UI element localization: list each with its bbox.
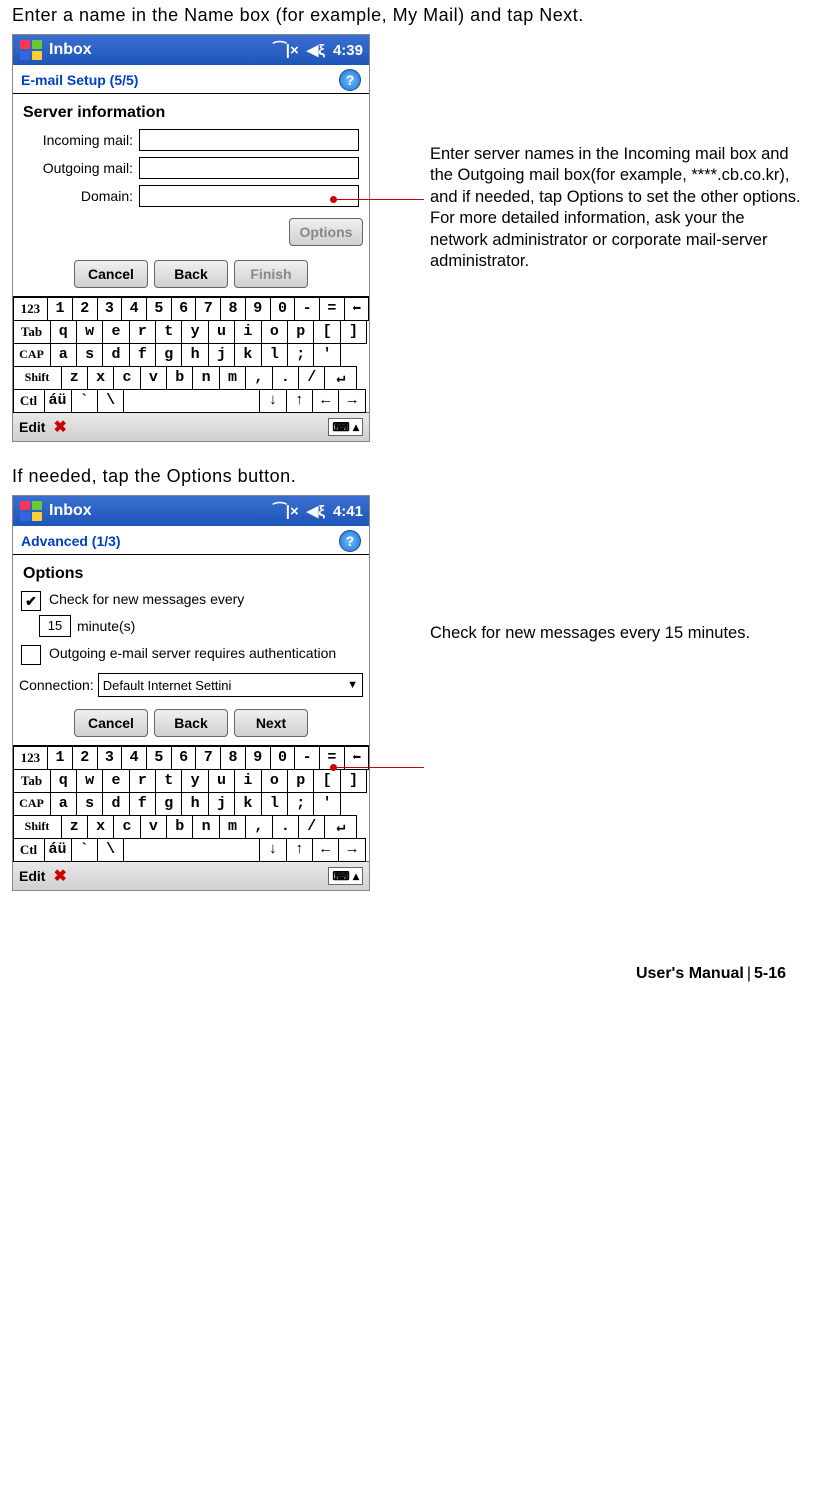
titlebar-title: Inbox bbox=[49, 41, 274, 59]
check-interval-unit: minute(s) bbox=[77, 618, 135, 634]
label-outgoing: Outgoing mail: bbox=[23, 160, 133, 176]
help-icon[interactable]: ? bbox=[339, 69, 361, 91]
outgoing-auth-label: Outgoing e-mail server requires authenti… bbox=[49, 645, 336, 661]
kb-backspace-icon[interactable]: ⬅ bbox=[344, 746, 370, 770]
edit-menu[interactable]: Edit bbox=[19, 868, 45, 884]
label-domain: Domain: bbox=[23, 188, 133, 204]
kb-enter-icon[interactable]: ↵ bbox=[324, 815, 357, 839]
kb-left-icon[interactable]: ← bbox=[312, 389, 339, 413]
cancel-button[interactable]: Cancel bbox=[74, 260, 148, 288]
instruction-1: Enter a name in the Name box (for exampl… bbox=[12, 5, 806, 26]
check-new-messages-checkbox[interactable]: ✔ bbox=[21, 591, 41, 611]
kb-123[interactable]: 123 bbox=[13, 297, 49, 321]
on-screen-keyboard[interactable]: 123 1234567890-= ⬅ Tab qwertyuiop[] CAP … bbox=[13, 745, 369, 861]
edit-menu[interactable]: Edit bbox=[19, 419, 45, 435]
bottom-toolbar: Edit ✖ ⌨ ▴ bbox=[13, 412, 369, 441]
on-screen-keyboard[interactable]: 123 1234567890-= ⬅ Tab qwertyuiop[] CAP … bbox=[13, 296, 369, 412]
check-interval-input[interactable]: 15 bbox=[39, 615, 71, 637]
volume-icon[interactable]: ◀ξ bbox=[307, 41, 325, 59]
screen-subheader: E-mail Setup (5/5) ? bbox=[13, 65, 369, 94]
kb-backspace-icon[interactable]: ⬅ bbox=[344, 297, 370, 321]
kb-down-icon[interactable]: ↓ bbox=[259, 389, 286, 413]
delete-icon[interactable]: ✖ bbox=[53, 866, 66, 886]
kb-space[interactable] bbox=[123, 389, 260, 413]
page-footer: User's Manual|5-16 bbox=[12, 915, 806, 993]
volume-icon[interactable]: ◀ξ bbox=[307, 502, 325, 520]
kb-cap[interactable]: CAP bbox=[13, 343, 51, 367]
kb-right-icon[interactable]: → bbox=[338, 389, 365, 413]
kb-1[interactable]: 1 bbox=[47, 297, 73, 321]
label-incoming: Incoming mail: bbox=[23, 132, 133, 148]
next-button[interactable]: Next bbox=[234, 709, 308, 737]
kb-left-icon[interactable]: ← bbox=[312, 838, 339, 862]
start-icon[interactable] bbox=[19, 39, 43, 61]
options-button[interactable]: Options bbox=[289, 218, 363, 246]
kb-right-icon[interactable]: → bbox=[338, 838, 365, 862]
kb-shift[interactable]: Shift bbox=[13, 366, 62, 390]
chevron-down-icon: ▼ bbox=[347, 679, 358, 691]
clock[interactable]: 4:41 bbox=[333, 503, 363, 520]
connectivity-icon[interactable]: ⁀|× bbox=[274, 41, 299, 59]
connection-select[interactable]: Default Internet Settini ▼ bbox=[98, 673, 363, 697]
sip-toggle-icon[interactable]: ⌨ ▴ bbox=[328, 867, 363, 885]
screenshot-email-setup: Inbox ⁀|× ◀ξ 4:39 E-mail Setup (5/5) ? S… bbox=[12, 34, 370, 442]
titlebar-title: Inbox bbox=[49, 502, 274, 520]
kb-up-icon[interactable]: ↑ bbox=[286, 389, 313, 413]
back-button[interactable]: Back bbox=[154, 260, 228, 288]
finish-button[interactable]: Finish bbox=[234, 260, 308, 288]
help-icon[interactable]: ? bbox=[339, 530, 361, 552]
callout-check-interval: Check for new messages every 15 minutes. bbox=[430, 623, 750, 644]
start-icon[interactable] bbox=[19, 500, 43, 522]
section-title: Options bbox=[13, 559, 369, 587]
cancel-button[interactable]: Cancel bbox=[74, 709, 148, 737]
clock[interactable]: 4:39 bbox=[333, 42, 363, 59]
check-new-messages-label: Check for new messages every bbox=[49, 591, 244, 607]
incoming-mail-input[interactable] bbox=[139, 129, 359, 151]
instruction-2: If needed, tap the Options button. bbox=[12, 466, 806, 487]
back-button[interactable]: Back bbox=[154, 709, 228, 737]
kb-up-icon[interactable]: ↑ bbox=[286, 838, 313, 862]
screen-subheader: Advanced (1/3) ? bbox=[13, 526, 369, 555]
section-title: Server information bbox=[13, 98, 369, 126]
bottom-toolbar: Edit ✖ ⌨ ▴ bbox=[13, 861, 369, 890]
connection-label: Connection: bbox=[19, 677, 94, 693]
kb-tab[interactable]: Tab bbox=[13, 320, 51, 344]
outgoing-mail-input[interactable] bbox=[139, 157, 359, 179]
kb-enter-icon[interactable]: ↵ bbox=[324, 366, 357, 390]
outgoing-auth-checkbox[interactable] bbox=[21, 645, 41, 665]
titlebar: Inbox ⁀|× ◀ξ 4:39 bbox=[13, 35, 369, 65]
kb-down-icon[interactable]: ↓ bbox=[259, 838, 286, 862]
sip-toggle-icon[interactable]: ⌨ ▴ bbox=[328, 418, 363, 436]
delete-icon[interactable]: ✖ bbox=[53, 417, 66, 437]
callout-server-info: Enter server names in the Incoming mail … bbox=[430, 144, 806, 273]
screenshot-advanced-options: Inbox ⁀|× ◀ξ 4:41 Advanced (1/3) ? Optio… bbox=[12, 495, 370, 891]
kb-ctl[interactable]: Ctl bbox=[13, 389, 45, 413]
connectivity-icon[interactable]: ⁀|× bbox=[274, 502, 299, 520]
titlebar: Inbox ⁀|× ◀ξ 4:41 bbox=[13, 496, 369, 526]
kb-accent[interactable]: áü bbox=[44, 389, 72, 413]
domain-input[interactable] bbox=[139, 185, 359, 207]
